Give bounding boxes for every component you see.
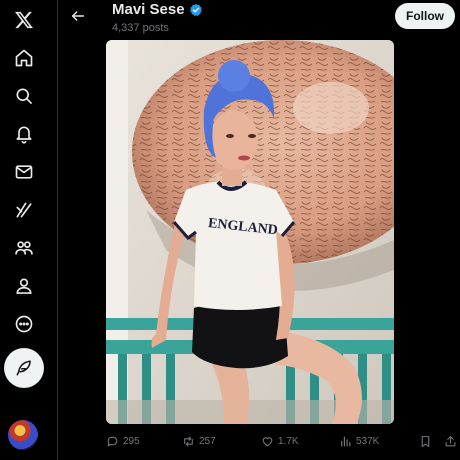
grok-icon[interactable] [6,192,42,228]
x-logo-icon[interactable] [6,2,42,38]
sidebar-nav [0,0,58,460]
like-count: 1.7K [278,435,299,447]
bell-icon[interactable] [6,116,42,152]
heart-icon [262,436,273,446]
search-icon[interactable] [6,78,42,114]
reply-icon [107,436,118,446]
arrow-left-icon [71,11,85,21]
repost-count: 257 [199,435,216,447]
share-button[interactable] [444,435,457,448]
like-button[interactable]: 1.7K [261,435,299,448]
feather-icon [16,360,31,376]
profile-icon[interactable] [6,268,42,304]
profile-header: Mavi Sese 4,337 posts [112,0,203,35]
verified-badge-icon [189,3,202,17]
reply-button[interactable]: 295 [106,435,140,448]
more-icon[interactable] [6,306,42,342]
account-avatar[interactable] [8,420,38,450]
follow-button[interactable]: Follow [395,3,455,29]
mail-icon[interactable] [6,154,42,190]
views-button[interactable]: 537K [339,435,379,448]
repost-button[interactable]: 257 [182,435,216,448]
home-icon[interactable] [6,40,42,76]
posts-count: 4,337 posts [112,22,169,34]
analytics-icon [341,436,351,446]
post-media-viewer: Mavi Sese 4,337 posts Follow ENGLAND 295… [0,0,460,460]
bookmark-button[interactable] [419,435,432,448]
repost-icon [184,436,193,446]
communities-icon[interactable] [6,230,42,266]
reply-count: 295 [123,435,140,447]
back-button[interactable] [66,4,90,28]
views-count: 537K [356,435,380,447]
bookmark-icon [421,435,430,447]
share-icon [445,435,456,446]
post-photo[interactable]: ENGLAND [106,40,394,424]
compose-post-button[interactable] [4,348,44,388]
post-actions-bar: 295 257 1.7K 537K [106,431,456,451]
profile-name: Mavi Sese [112,1,185,18]
